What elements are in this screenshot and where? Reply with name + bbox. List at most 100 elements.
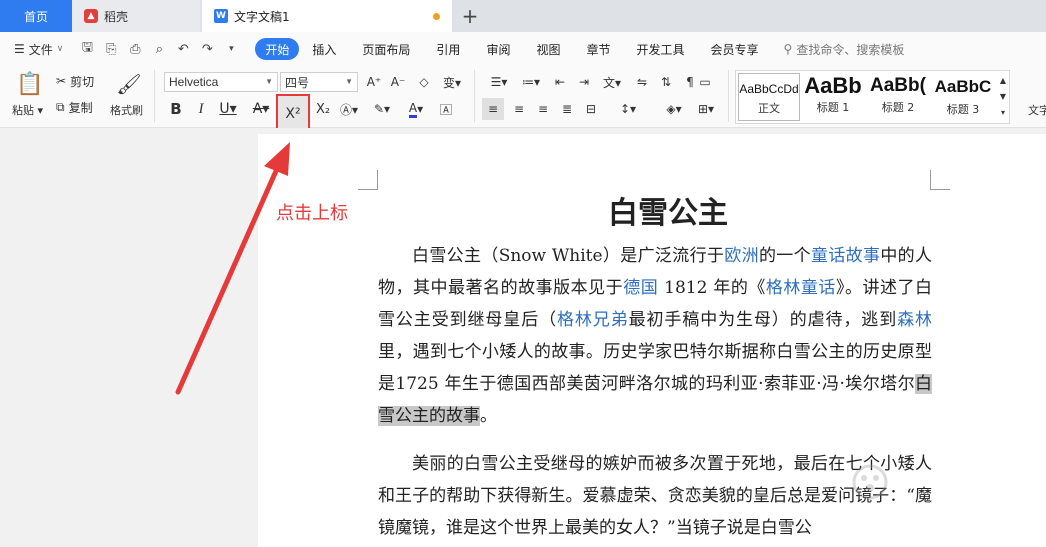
text-direction-button[interactable]: ⇋ [632, 72, 652, 92]
tab-home-label: 首页 [23, 9, 48, 24]
shading-button[interactable]: ◈▾ [660, 98, 688, 120]
style-name: 标题 1 [816, 101, 850, 114]
print-preview-icon[interactable]: ⌕ [149, 39, 169, 59]
style-scroll-up-button[interactable]: ▲ [998, 73, 1008, 87]
ribbon-toolbar: 📋 粘贴 ▾ ✂ 剪切 ⧉ 复制 🖌 格式刷 Helvetica ▼ 四号 ▼ A⁺… [0, 66, 1046, 134]
ruler-button[interactable]: ▭ [694, 72, 716, 92]
print-icon[interactable]: ⎙ [125, 39, 145, 59]
align-right-button[interactable]: ≡ [532, 98, 554, 120]
format-painter-button[interactable]: 🖌 [114, 70, 144, 98]
tab-daoke-label: 稻壳 [104, 9, 129, 24]
plus-icon: + [461, 4, 479, 28]
text-run: 1812 年的《 [658, 278, 766, 298]
font-color-button[interactable]: A ▾ [402, 98, 430, 120]
align-center-button[interactable]: ≡ [508, 98, 530, 120]
save-icon[interactable]: 🖫 [77, 39, 97, 59]
grow-font-button[interactable]: A⁺ [364, 72, 384, 92]
redo-icon[interactable]: ↷ [197, 39, 217, 59]
quick-access-toolbar: 🖫 ⎘ ⎙ ⌕ ↶ ↷ ▾ [71, 39, 241, 59]
tab-review[interactable]: 审阅 [473, 38, 523, 60]
unsaved-dot-icon [433, 13, 440, 20]
divider [474, 70, 475, 122]
tab-start[interactable]: 开始 [255, 38, 300, 60]
bullet-list-button[interactable]: ☰▾ [484, 72, 514, 92]
distribute-button[interactable]: ⊟ [580, 98, 602, 120]
undo-icon[interactable]: ↶ [173, 39, 193, 59]
chinese-layout-button[interactable]: 文▾ [598, 72, 626, 92]
tab-daoke[interactable]: ▲ 稻壳 [72, 0, 200, 32]
shrink-font-button[interactable]: A⁻ [388, 72, 408, 92]
cut-button[interactable]: ✂ 剪切 [56, 72, 94, 90]
numbered-list-button[interactable]: ≔▾ [516, 72, 546, 92]
command-search[interactable]: ⚲ 查找命令、搜索模板 [784, 41, 905, 58]
style-heading-3[interactable]: AaBbC 标题 3 [932, 73, 994, 117]
style-preview: AaBbCcDd [739, 82, 799, 96]
style-heading-1[interactable]: AaBb 标题 1 [802, 73, 864, 115]
increase-indent-button[interactable]: ⇥ [574, 72, 594, 92]
tab-home[interactable]: 首页 [0, 0, 72, 32]
paste-button[interactable]: 📋 [14, 70, 46, 98]
style-scroll-down-button[interactable]: ▼ [998, 89, 1008, 103]
tab-view[interactable]: 视图 [523, 38, 573, 60]
style-preview: AaBb( [870, 75, 926, 96]
hyperlink[interactable]: 童话故事 [811, 246, 880, 266]
copy-label: 复制 [68, 100, 93, 115]
style-heading-2[interactable]: AaBb( 标题 2 [866, 73, 930, 115]
paragraph-1[interactable]: 白雪公主（Snow White）是广泛流行于欧洲的一个童话故事中的人物，其中最著… [378, 240, 932, 432]
sort-button[interactable]: ⇅ [656, 72, 676, 92]
tab-member[interactable]: 会员专享 [698, 38, 772, 60]
font-name-value: Helvetica [169, 75, 219, 89]
hyperlink[interactable]: 格林童话 [766, 278, 836, 298]
hyperlink[interactable]: 欧洲 [724, 246, 759, 266]
clear-format-button[interactable]: ◇ [414, 72, 434, 92]
hyperlink[interactable]: 森林 [897, 310, 932, 330]
file-menu-label: 文件 [28, 42, 53, 57]
new-tab-button[interactable]: + [452, 0, 488, 32]
style-name: 标题 3 [946, 103, 980, 116]
crop-mark-top-left [358, 170, 378, 190]
text-effect-button[interactable]: Ⓐ▾ [336, 98, 362, 120]
style-expand-button[interactable]: ▾ [998, 105, 1008, 119]
highlight-button[interactable]: ✎▾ [368, 98, 396, 120]
style-preview: AaBbC [934, 77, 992, 96]
font-size-select[interactable]: 四号 ▼ [280, 72, 358, 92]
tab-references[interactable]: 引用 [423, 38, 473, 60]
scissors-icon: ✂ [56, 74, 67, 88]
tab-bar: 首页 ▲ 稻壳 W 文字文稿1 + [0, 0, 1046, 32]
copy-button[interactable]: ⧉ 复制 [56, 98, 93, 116]
text-tools-label[interactable]: 文字 [1028, 102, 1046, 118]
divider [728, 70, 729, 122]
chevron-down-icon: ∨ [56, 44, 64, 54]
chevron-down-icon: ▼ [345, 77, 353, 86]
tab-document[interactable]: W 文字文稿1 [202, 0, 452, 32]
customize-chevron-icon[interactable]: ▾ [221, 39, 241, 59]
text-run: 白雪公主（Snow White）是广泛流行于 [412, 246, 725, 266]
font-name-select[interactable]: Helvetica ▼ [164, 72, 278, 92]
export-pdf-icon[interactable]: ⎘ [101, 39, 121, 59]
italic-button[interactable]: I [192, 98, 210, 120]
daoke-logo-icon: ▲ [84, 9, 98, 23]
subscript-button[interactable]: X₂ [312, 98, 334, 120]
tab-developer[interactable]: 开发工具 [623, 38, 697, 60]
text-run: 最初手稿中为生母）的虐待，逃到 [628, 310, 898, 330]
char-border-button[interactable]: 🄰 [436, 98, 456, 120]
border-button[interactable]: ⊞▾ [692, 98, 720, 120]
style-normal[interactable]: AaBbCcDd 正文 [738, 73, 800, 121]
file-menu-button[interactable]: ☰ 文件 ∨ [0, 41, 71, 58]
hyperlink[interactable]: 格林兄弟 [557, 310, 629, 330]
justify-button[interactable]: ≣ [556, 98, 578, 120]
bold-button[interactable]: B [166, 98, 186, 120]
command-search-placeholder: 查找命令、搜索模板 [796, 42, 905, 57]
phonetic-button[interactable]: 变▾ [438, 72, 466, 92]
line-spacing-button[interactable]: ↕▾ [614, 98, 642, 120]
tab-insert[interactable]: 插入 [299, 38, 349, 60]
strikethrough-button[interactable]: A▾ [248, 98, 274, 120]
menu-bar: ☰ 文件 ∨ 🖫 ⎘ ⎙ ⌕ ↶ ↷ ▾ 开始 插入 页面布局 引用 审阅 视图… [0, 32, 1046, 66]
underline-button[interactable]: U▾ [214, 98, 242, 120]
hyperlink[interactable]: 德国 [623, 278, 658, 298]
tab-page-layout[interactable]: 页面布局 [349, 38, 423, 60]
document-title[interactable]: 白雪公主 [378, 188, 958, 232]
tab-section[interactable]: 章节 [573, 38, 623, 60]
decrease-indent-button[interactable]: ⇤ [550, 72, 570, 92]
align-left-button[interactable]: ≡ [482, 98, 504, 120]
